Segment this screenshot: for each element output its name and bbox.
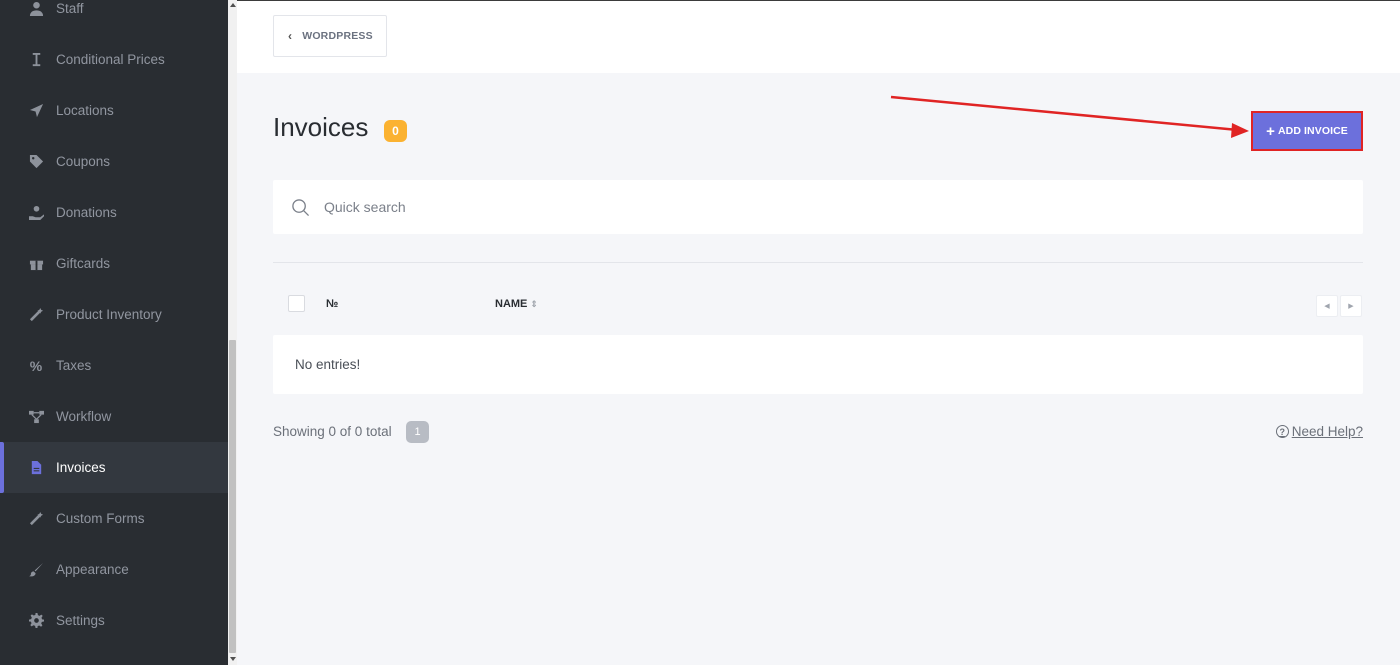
- showing-count-text: Showing 0 of 0 total: [273, 424, 392, 439]
- sidebar: Staff Conditional Prices Locations Coupo…: [0, 0, 228, 665]
- sidebar-item-coupons[interactable]: Coupons: [0, 136, 228, 187]
- sidebar-scrollbar[interactable]: [228, 0, 237, 665]
- sidebar-item-label: Locations: [56, 103, 114, 118]
- back-button-label: WORDPRESS: [302, 30, 373, 42]
- sidebar-item-label: Product Inventory: [56, 307, 162, 322]
- sidebar-item-workflow[interactable]: Workflow: [0, 391, 228, 442]
- sidebar-item-label: Conditional Prices: [56, 52, 165, 67]
- plus-icon: +: [1266, 122, 1275, 140]
- divider: [273, 262, 1363, 263]
- percent-icon: %: [29, 357, 43, 374]
- sidebar-item-label: Invoices: [56, 460, 106, 475]
- sidebar-item-donations[interactable]: Donations: [0, 187, 228, 238]
- gift-icon: [28, 256, 44, 272]
- sidebar-item-label: Taxes: [56, 358, 92, 373]
- search-box: [273, 180, 1363, 234]
- sidebar-item-label: Staff: [56, 1, 84, 16]
- empty-table-row: No entries!: [273, 335, 1363, 394]
- sidebar-item-label: Custom Forms: [56, 511, 145, 526]
- need-help-label: Need Help?: [1291, 424, 1363, 439]
- sort-icon[interactable]: ⇕: [530, 299, 538, 309]
- invoice-count-badge: 0: [384, 120, 407, 142]
- top-bar-edge: [1354, 1, 1400, 3]
- add-invoice-button[interactable]: + ADD INVOICE: [1251, 111, 1363, 151]
- file-icon: [28, 460, 44, 476]
- page-title: Invoices: [273, 112, 369, 142]
- sidebar-item-taxes[interactable]: % Taxes: [0, 340, 228, 391]
- sidebar-item-giftcards[interactable]: Giftcards: [0, 238, 228, 289]
- search-icon: [292, 198, 310, 216]
- sidebar-item-label: Workflow: [56, 409, 112, 424]
- magic-wand-icon: [28, 307, 44, 323]
- tag-icon: [28, 154, 44, 170]
- select-all-checkbox[interactable]: [288, 295, 305, 312]
- sidebar-item-locations[interactable]: Locations: [0, 85, 228, 136]
- sidebar-item-invoices[interactable]: Invoices: [0, 442, 228, 493]
- sidebar-item-label: Giftcards: [56, 256, 111, 271]
- sidebar-item-label: Coupons: [56, 154, 111, 169]
- sidebar-item-label: Settings: [56, 613, 105, 628]
- search-input[interactable]: [324, 199, 1224, 215]
- page-number-button[interactable]: 1: [406, 421, 429, 443]
- sidebar-item-appearance[interactable]: Appearance: [0, 544, 228, 595]
- back-to-wordpress-button[interactable]: ‹ WORDPRESS: [273, 15, 387, 57]
- chevron-left-icon: ‹: [288, 29, 293, 43]
- scroll-left-icon[interactable]: ◀: [1316, 295, 1338, 317]
- column-header-number: №: [326, 298, 339, 310]
- column-header-name-label: NAME: [495, 298, 528, 310]
- need-help-link[interactable]: ? Need Help?: [1275, 424, 1363, 439]
- add-invoice-label: ADD INVOICE: [1277, 125, 1348, 137]
- sidebar-item-label: Donations: [56, 205, 117, 220]
- user-icon: [28, 1, 44, 17]
- workflow-icon: [28, 409, 44, 425]
- table-scroll-pager: ◀ ▶: [1316, 295, 1363, 317]
- sidebar-item-settings[interactable]: Settings: [0, 595, 228, 646]
- question-circle-icon: ?: [1275, 425, 1289, 438]
- scroll-thumb[interactable]: [229, 340, 236, 653]
- column-header-name[interactable]: NAME ⇕: [495, 298, 538, 310]
- gear-icon: [28, 613, 44, 629]
- magic-wand-icon: [28, 511, 44, 527]
- scroll-right-icon[interactable]: ▶: [1340, 295, 1362, 317]
- hand-holding-icon: [28, 205, 44, 221]
- sidebar-item-product-inventory[interactable]: Product Inventory: [0, 289, 228, 340]
- top-bar: ‹ WORDPRESS: [237, 0, 1400, 73]
- location-arrow-icon: [28, 103, 44, 119]
- cursor-icon: [28, 52, 44, 68]
- sidebar-item-label: Appearance: [56, 562, 129, 577]
- brush-icon: [28, 562, 44, 578]
- sidebar-item-custom-forms[interactable]: Custom Forms: [0, 493, 228, 544]
- scroll-down-arrow-icon[interactable]: [230, 657, 236, 661]
- scroll-up-arrow-icon[interactable]: [230, 3, 236, 7]
- sidebar-item-staff[interactable]: Staff: [0, 0, 228, 34]
- sidebar-item-conditional-prices[interactable]: Conditional Prices: [0, 34, 228, 85]
